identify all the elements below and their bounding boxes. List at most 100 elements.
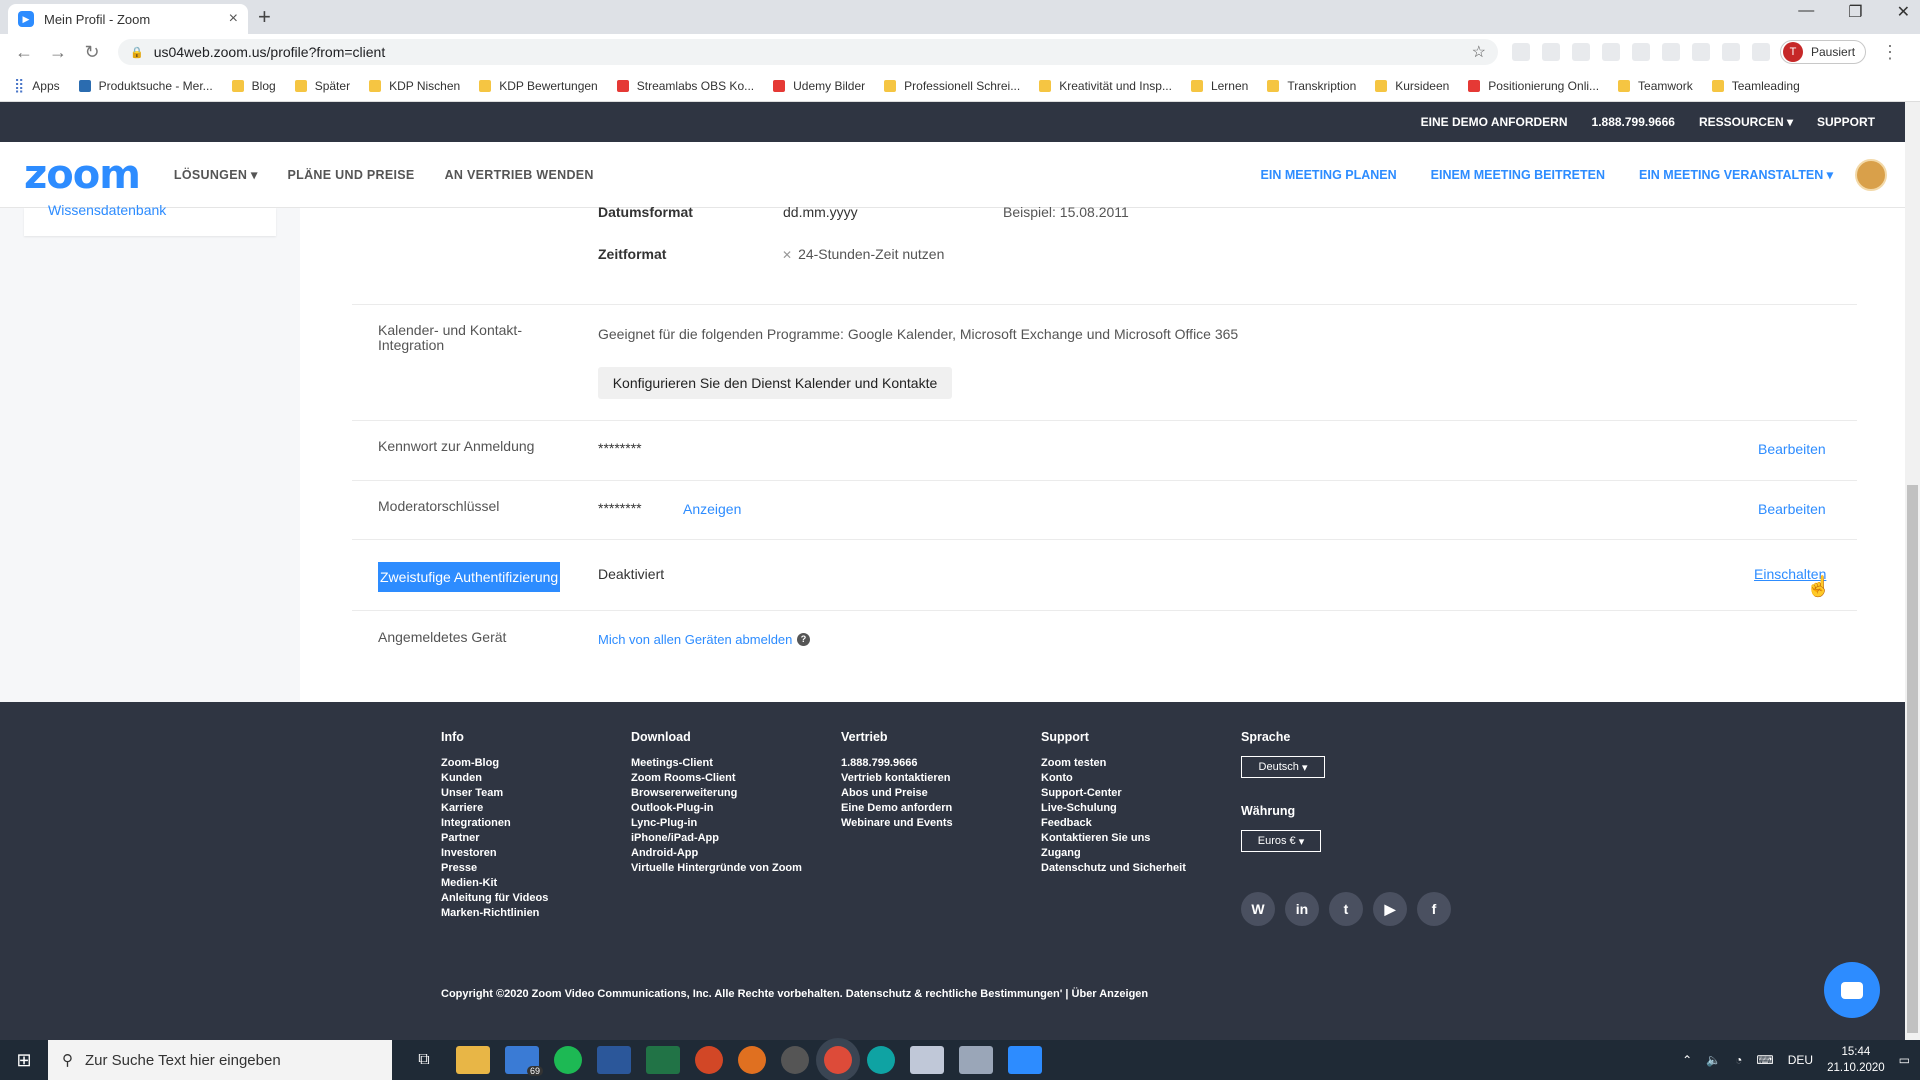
omnibox[interactable]: 🔒 us04web.zoom.us/profile?from=client ☆ — [118, 39, 1498, 65]
app-icon[interactable] — [959, 1046, 993, 1074]
bookmark-item[interactable]: Teamleading — [1711, 79, 1800, 93]
bookmark-star-icon[interactable]: ☆ — [1472, 42, 1486, 62]
footer-link[interactable]: Medien-Kit — [441, 876, 548, 891]
user-avatar[interactable] — [1855, 158, 1887, 191]
bookmark-item[interactable]: Kursideen — [1375, 79, 1449, 93]
facebook-icon[interactable]: f — [1417, 892, 1451, 926]
extension-icon[interactable] — [1512, 43, 1530, 61]
bookmark-item[interactable]: Streamlabs OBS Ko... — [616, 79, 754, 93]
obs-icon[interactable] — [781, 1046, 809, 1074]
windows-start-icon[interactable]: ⊞ — [0, 1040, 48, 1080]
join-meeting-link[interactable]: EINEM MEETING BEITRETEN — [1431, 168, 1605, 182]
bookmark-item[interactable]: Produktsuche - Mer... — [78, 79, 213, 93]
language-select[interactable]: Deutsch ▾ — [1241, 756, 1325, 778]
footer-link[interactable]: Zoom testen — [1041, 756, 1186, 771]
footer-link[interactable]: Lync-Plug-in — [631, 816, 802, 831]
bookmark-apps[interactable]: ⣿ Apps — [14, 77, 60, 94]
zoom-taskbar-icon[interactable] — [1008, 1046, 1042, 1074]
powerpoint-icon[interactable] — [695, 1046, 723, 1074]
url-text[interactable]: us04web.zoom.us/profile?from=client — [154, 44, 1472, 60]
footer-link[interactable]: Anleitung für Videos — [441, 891, 548, 906]
footer-link[interactable]: Partner — [441, 831, 548, 846]
taskbar-search[interactable]: ⚲ Zur Suche Text hier eingeben — [48, 1040, 392, 1080]
support-link[interactable]: SUPPORT — [1817, 115, 1875, 129]
show-host-key-link[interactable]: Anzeigen — [683, 501, 741, 517]
bookmark-item[interactable]: Lernen — [1190, 79, 1248, 93]
footer-link[interactable]: Outlook-Plug-in — [631, 801, 802, 816]
bookmark-item[interactable]: Positionierung Onli... — [1468, 79, 1599, 93]
file-explorer-icon[interactable] — [456, 1046, 490, 1074]
clock[interactable]: 15:44 21.10.2020 — [1827, 1044, 1885, 1076]
bookmark-item[interactable]: Später — [294, 79, 350, 93]
footer-link[interactable]: Vertrieb kontaktieren — [841, 771, 953, 786]
resources-menu[interactable]: RESSOURCEN ▾ — [1699, 115, 1793, 129]
currency-select[interactable]: Euros € ▾ — [1241, 830, 1321, 852]
bookmark-item[interactable]: Udemy Bilder — [773, 79, 865, 93]
bookmark-item[interactable]: Blog — [231, 79, 276, 93]
footer-link[interactable]: Abos und Preise — [841, 786, 953, 801]
excel-icon[interactable] — [646, 1046, 680, 1074]
footer-link[interactable]: Support-Center — [1041, 786, 1186, 801]
footer-link[interactable]: Investoren — [441, 846, 548, 861]
footer-link[interactable]: Presse — [441, 861, 548, 876]
footer-link[interactable]: Datenschutz und Sicherheit — [1041, 861, 1186, 876]
schedule-meeting-link[interactable]: EIN MEETING PLANEN — [1261, 168, 1397, 182]
footer-link[interactable]: Zoom-Blog — [441, 756, 548, 771]
youtube-icon[interactable]: ▶ — [1373, 892, 1407, 926]
browser-menu-icon[interactable]: ⋮ — [1880, 42, 1900, 63]
app-icon[interactable] — [910, 1046, 944, 1074]
extension-icon[interactable] — [1572, 43, 1590, 61]
footer-link[interactable]: Konto — [1041, 771, 1186, 786]
bookmark-item[interactable]: KDP Bewertungen — [479, 79, 598, 93]
zoom-logo[interactable]: zoom — [24, 152, 141, 198]
task-view-icon[interactable]: ⧉ — [407, 1046, 441, 1074]
mail-icon[interactable]: 69 — [505, 1046, 543, 1076]
plans-link[interactable]: PLÄNE UND PREISE — [288, 168, 415, 182]
spotify-icon[interactable] — [554, 1046, 582, 1074]
close-tab-icon[interactable]: × — [229, 10, 238, 28]
chrome-icon[interactable] — [824, 1046, 852, 1074]
footer-link[interactable]: Feedback — [1041, 816, 1186, 831]
twitter-icon[interactable]: t — [1329, 892, 1363, 926]
wordpress-icon[interactable]: W — [1241, 892, 1275, 926]
contact-sales-link[interactable]: AN VERTRIEB WENDEN — [445, 168, 594, 182]
scrollbar-thumb[interactable] — [1907, 485, 1918, 1033]
footer-link[interactable]: Zugang — [1041, 846, 1186, 861]
edit-host-key-link[interactable]: Bearbeiten — [1758, 501, 1826, 517]
footer-link[interactable]: Meetings-Client — [631, 756, 802, 771]
extension-icon[interactable] — [1662, 43, 1680, 61]
footer-link[interactable]: Live-Schulung — [1041, 801, 1186, 816]
forward-icon[interactable]: → — [48, 42, 68, 63]
edge-icon[interactable] — [867, 1046, 895, 1074]
minimize-icon[interactable]: — — [1798, 2, 1814, 22]
footer-link[interactable]: Zoom Rooms-Client — [631, 771, 802, 786]
extension-icon[interactable] — [1542, 43, 1560, 61]
footer-link[interactable]: Integrationen — [441, 816, 548, 831]
browser-profile-button[interactable]: T Pausiert — [1780, 40, 1867, 64]
footer-link[interactable]: iPhone/iPad-App — [631, 831, 802, 846]
bookmark-item[interactable]: Kreativität und Insp... — [1039, 79, 1172, 93]
edit-password-link[interactable]: Bearbeiten — [1758, 441, 1826, 457]
help-icon[interactable]: ? — [797, 633, 810, 646]
footer-link[interactable]: Android-App — [631, 846, 802, 861]
footer-link[interactable]: Virtuelle Hintergründe von Zoom — [631, 861, 802, 876]
host-meeting-menu[interactable]: EIN MEETING VERANSTALTEN ▾ — [1639, 167, 1833, 182]
close-window-icon[interactable]: ✕ — [1897, 2, 1910, 22]
footer-link[interactable]: Webinare und Events — [841, 816, 953, 831]
solutions-menu[interactable]: LÖSUNGEN ▾ — [174, 167, 258, 182]
extension-icon[interactable] — [1722, 43, 1740, 61]
configure-calendar-button[interactable]: Konfigurieren Sie den Dienst Kalender un… — [598, 367, 952, 399]
bookmark-item[interactable]: Professionell Schrei... — [884, 79, 1020, 93]
footer-link[interactable]: Kontaktieren Sie uns — [1041, 831, 1186, 846]
back-icon[interactable]: ← — [14, 42, 34, 63]
footer-link[interactable]: 1.888.799.9666 — [841, 756, 953, 771]
footer-link[interactable]: Eine Demo anfordern — [841, 801, 953, 816]
browser-tab[interactable]: ▶ Mein Profil - Zoom × — [8, 4, 248, 34]
footer-link[interactable]: Kunden — [441, 771, 548, 786]
extension-icon[interactable] — [1632, 43, 1650, 61]
word-icon[interactable] — [597, 1046, 631, 1074]
footer-link[interactable]: Browsererweiterung — [631, 786, 802, 801]
extension-icon[interactable] — [1602, 43, 1620, 61]
sign-out-all-devices-link[interactable]: Mich von allen Geräten abmelden — [598, 632, 792, 647]
volume-icon[interactable]: 🔈 — [1706, 1053, 1721, 1067]
